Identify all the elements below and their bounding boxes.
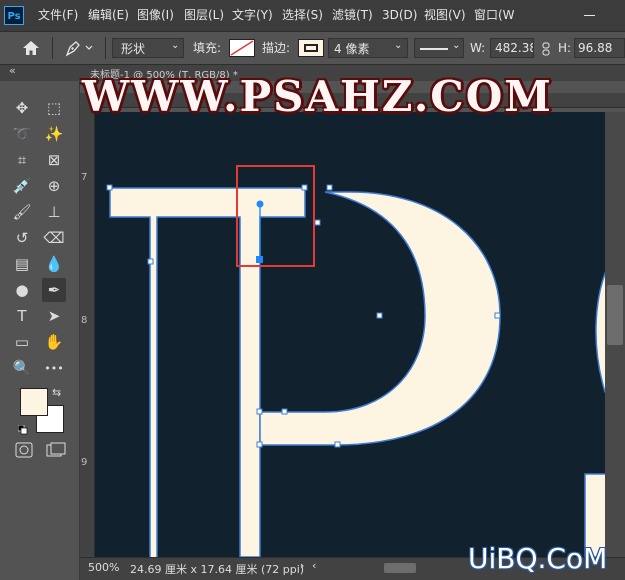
zoom-level[interactable]: 500% bbox=[88, 561, 119, 574]
horizontal-scrollbar-thumb[interactable] bbox=[384, 563, 416, 573]
crop-tool-icon[interactable]: ⌗ bbox=[10, 148, 34, 172]
history-brush-tool-icon[interactable]: ↺ bbox=[10, 226, 34, 250]
letter-t-shape[interactable] bbox=[109, 187, 306, 557]
move-tool-icon[interactable]: ✥ bbox=[10, 96, 34, 120]
pen-tool-preset-icon[interactable] bbox=[64, 39, 94, 57]
marquee-tool-icon[interactable]: ⬚ bbox=[42, 96, 66, 120]
type-tool-icon[interactable]: T bbox=[10, 304, 34, 328]
height-label: H: bbox=[558, 41, 572, 55]
status-arrow-icon[interactable]: › bbox=[300, 559, 304, 572]
ruler-mark: 9 bbox=[81, 457, 88, 468]
blur-tool-icon[interactable]: 💧 bbox=[42, 252, 66, 276]
menu-type[interactable]: 文字(Y) bbox=[232, 0, 273, 31]
fill-swatch[interactable] bbox=[229, 39, 255, 57]
menu-window[interactable]: 窗口(W bbox=[474, 0, 514, 31]
menu-edit[interactable]: 编辑(E) bbox=[88, 0, 129, 31]
collapse-panel-icon[interactable]: « bbox=[9, 64, 16, 77]
hand-tool-icon[interactable]: ✋ bbox=[42, 330, 66, 354]
chevron-down-icon: ⌄ bbox=[452, 40, 461, 51]
menu-select[interactable]: 选择(S) bbox=[282, 0, 323, 31]
chevron-down-icon: ⌄ bbox=[171, 40, 180, 51]
menu-3d[interactable]: 3D(D) bbox=[382, 0, 417, 31]
scrollbar-thumb[interactable] bbox=[607, 285, 623, 345]
ruler-mark: 7 bbox=[81, 172, 88, 183]
eraser-tool-icon[interactable]: ⌫ bbox=[42, 226, 66, 250]
healing-tool-icon[interactable]: ⊕ bbox=[42, 174, 66, 198]
selected-anchor-point[interactable] bbox=[256, 256, 263, 263]
photoshop-logo-icon: Ps bbox=[4, 6, 24, 25]
stroke-width-select[interactable]: 4 像素 ⌄ bbox=[328, 38, 408, 58]
home-icon[interactable] bbox=[22, 40, 40, 56]
default-colors-icon[interactable] bbox=[17, 420, 28, 435]
artwork bbox=[106, 165, 610, 557]
width-label: W: bbox=[470, 41, 486, 55]
zoom-tool-icon[interactable]: 🔍 bbox=[10, 356, 34, 380]
shape-tool-icon[interactable]: ▭ bbox=[10, 330, 34, 354]
menu-file[interactable]: 文件(F) bbox=[38, 0, 78, 31]
link-dimensions-icon[interactable] bbox=[540, 41, 552, 56]
stroke-swatch[interactable] bbox=[298, 39, 324, 57]
height-input[interactable]: 96.88 bbox=[574, 38, 625, 58]
stroke-type-select[interactable]: ⌄ bbox=[414, 38, 464, 58]
pen-tool-icon[interactable]: ✒ bbox=[42, 278, 66, 302]
width-input[interactable]: 482.38 bbox=[490, 38, 534, 58]
more-tools-icon[interactable]: ••• bbox=[42, 356, 66, 380]
document-size-info[interactable]: 24.69 厘米 x 17.64 厘米 (72 ppi) bbox=[130, 561, 304, 577]
menu-filter[interactable]: 滤镜(T) bbox=[332, 0, 373, 31]
chevron-down-icon: ⌄ bbox=[394, 40, 403, 51]
magic-wand-tool-icon[interactable]: ✨ bbox=[42, 122, 66, 146]
tool-mode-value: 形状 bbox=[121, 42, 146, 56]
lasso-tool-icon[interactable]: ➰ bbox=[10, 122, 34, 146]
gradient-tool-icon[interactable]: ▤ bbox=[10, 252, 34, 276]
minimize-window-button[interactable] bbox=[570, 0, 610, 31]
stamp-tool-icon[interactable]: ⊥ bbox=[42, 200, 66, 224]
stroke-label: 描边: bbox=[262, 41, 291, 55]
tool-mode-select[interactable]: 形状 ⌄ bbox=[112, 38, 184, 58]
menu-view[interactable]: 视图(V) bbox=[424, 0, 466, 31]
eyedropper-tool-icon[interactable]: 💉 bbox=[10, 174, 34, 198]
screen-mode-icon[interactable] bbox=[46, 442, 66, 458]
foreground-color-swatch[interactable] bbox=[20, 388, 48, 416]
ruler-mark: 8 bbox=[81, 315, 88, 326]
path-selection-tool-icon[interactable]: ➤ bbox=[42, 304, 66, 328]
watermark-top: WWW.PSAHZ.COM bbox=[82, 72, 553, 121]
document-canvas[interactable] bbox=[95, 112, 610, 557]
menu-layer[interactable]: 图层(L) bbox=[184, 0, 224, 31]
watermark-bottom: UiBQ.CoM bbox=[468, 542, 608, 575]
dodge-tool-icon[interactable]: ● bbox=[10, 278, 34, 302]
bezier-handle-point[interactable] bbox=[256, 200, 264, 208]
frame-tool-icon[interactable]: ⊠ bbox=[42, 148, 66, 172]
stroke-width-value: 4 像素 bbox=[334, 42, 370, 56]
brush-tool-icon[interactable]: 🖌 bbox=[10, 200, 34, 224]
menu-image[interactable]: 图像(I) bbox=[137, 0, 174, 31]
fill-label: 填充: bbox=[193, 41, 222, 55]
swap-colors-icon[interactable]: ⇆ bbox=[52, 386, 61, 399]
scroll-left-icon[interactable]: ‹ bbox=[312, 559, 316, 572]
quick-mask-icon[interactable] bbox=[15, 442, 33, 458]
